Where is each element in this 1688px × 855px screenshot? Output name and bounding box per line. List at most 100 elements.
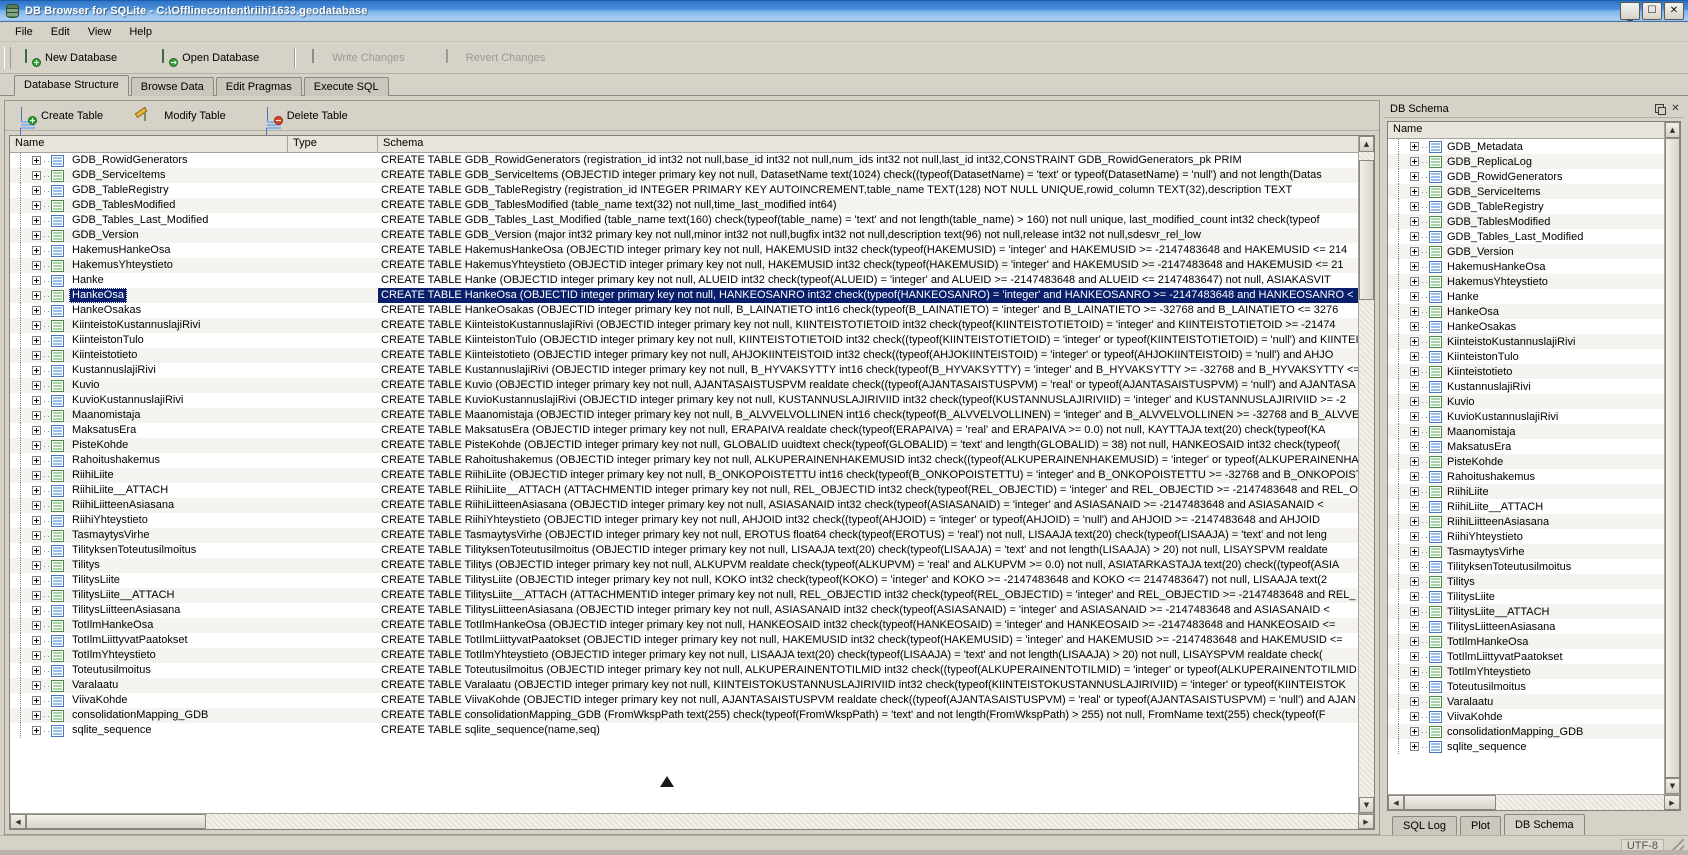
expand-icon[interactable] xyxy=(1410,532,1419,541)
schema-tree-item[interactable]: ·· Maanomistaja xyxy=(1388,424,1680,439)
schema-tree-item[interactable]: ·· TilitysLiite xyxy=(1388,589,1680,604)
expand-icon[interactable] xyxy=(32,621,41,630)
table-row[interactable]: ·· RiihiLiitteenAsiasana CREATE TABLE Riih… xyxy=(10,498,1374,513)
table-row[interactable]: ·· GDB_TableRegistry CREATE TABLE GDB_Tabl… xyxy=(10,183,1374,198)
table-row[interactable]: ·· Rahoitushakemus CREATE TABLE Rahoitusha… xyxy=(10,453,1374,468)
expand-icon[interactable] xyxy=(1410,427,1419,436)
expand-icon[interactable] xyxy=(1410,487,1419,496)
expand-icon[interactable] xyxy=(32,456,41,465)
hscroll-thumb[interactable] xyxy=(26,814,206,829)
menu-edit[interactable]: Edit xyxy=(42,24,79,40)
tab-sql-log[interactable]: SQL Log xyxy=(1392,816,1458,835)
expand-icon[interactable] xyxy=(32,441,41,450)
expand-icon[interactable] xyxy=(32,291,41,300)
expand-icon[interactable] xyxy=(1410,652,1419,661)
table-row[interactable]: ·· sqlite_sequence CREATE TABLE sqlite_seq… xyxy=(10,723,1374,738)
expand-icon[interactable] xyxy=(32,576,41,585)
expand-icon[interactable] xyxy=(32,726,41,735)
schema-tree-item[interactable]: ·· Varalaatu xyxy=(1388,694,1680,709)
expand-icon[interactable] xyxy=(1410,337,1419,346)
expand-icon[interactable] xyxy=(32,201,41,210)
schema-tree-item[interactable]: ·· KustannuslajiRivi xyxy=(1388,379,1680,394)
vertical-scrollbar[interactable]: ▲ ▼ xyxy=(1358,136,1374,813)
tab-execute-sql[interactable]: Execute SQL xyxy=(303,77,389,96)
expand-icon[interactable] xyxy=(32,186,41,195)
schema-tree-item[interactable]: ·· GDB_TableRegistry xyxy=(1388,199,1680,214)
expand-icon[interactable] xyxy=(1410,292,1419,301)
schema-tree-item[interactable]: ·· Kiinteistotieto xyxy=(1388,364,1680,379)
expand-icon[interactable] xyxy=(1410,472,1419,481)
expand-icon[interactable] xyxy=(1410,412,1419,421)
expand-icon[interactable] xyxy=(32,486,41,495)
expand-icon[interactable] xyxy=(32,156,41,165)
expand-icon[interactable] xyxy=(1410,577,1419,586)
expand-icon[interactable] xyxy=(32,561,41,570)
expand-icon[interactable] xyxy=(32,531,41,540)
schema-tree-item[interactable]: ·· Rahoitushakemus xyxy=(1388,469,1680,484)
schema-vertical-scrollbar[interactable]: ▲ ▼ xyxy=(1664,122,1680,794)
new-database-button[interactable]: + New Database xyxy=(15,46,126,70)
table-row[interactable]: ·· Varalaatu CREATE TABLE Varalaatu (OBJEC… xyxy=(10,678,1374,693)
schema-tree-item[interactable]: ·· HakemusHankeOsa xyxy=(1388,259,1680,274)
tab-edit-pragmas[interactable]: Edit Pragmas xyxy=(215,77,302,96)
table-row[interactable]: ·· HankeOsakas CREATE TABLE HankeOsakas (O… xyxy=(10,303,1374,318)
table-row[interactable]: ·· KiinteistonTulo CREATE TABLE Kiinteisto… xyxy=(10,333,1374,348)
expand-icon[interactable] xyxy=(32,426,41,435)
expand-icon[interactable] xyxy=(32,606,41,615)
expand-icon[interactable] xyxy=(1410,262,1419,271)
expand-icon[interactable] xyxy=(32,321,41,330)
table-row[interactable]: ·· TilitysLiite CREATE TABLE TilitysLiite … xyxy=(10,573,1374,588)
schema-tree-item[interactable]: ·· GDB_Version xyxy=(1388,244,1680,259)
table-row[interactable]: ·· GDB_ServiceItems CREATE TABLE GDB_Servi… xyxy=(10,168,1374,183)
expand-icon[interactable] xyxy=(32,276,41,285)
expand-icon[interactable] xyxy=(32,546,41,555)
expand-icon[interactable] xyxy=(32,501,41,510)
open-database-button[interactable]: → Open Database xyxy=(152,46,268,70)
expand-icon[interactable] xyxy=(32,246,41,255)
scroll-right-button[interactable]: ▶ xyxy=(1358,814,1374,829)
table-row[interactable]: ·· KustannuslajiRivi CREATE TABLE Kustannu… xyxy=(10,363,1374,378)
expand-icon[interactable] xyxy=(1410,367,1419,376)
expand-icon[interactable] xyxy=(32,516,41,525)
schema-tree-item[interactable]: ·· GDB_TablesModified xyxy=(1388,214,1680,229)
scroll-down-button[interactable]: ▼ xyxy=(1359,797,1374,813)
table-row[interactable]: ·· MaksatusEra CREATE TABLE MaksatusEra (O… xyxy=(10,423,1374,438)
schema-tree-item[interactable]: ·· TilityksenToteutusilmoitus xyxy=(1388,559,1680,574)
schema-tree-item[interactable]: ·· TilitysLiitteenAsiasana xyxy=(1388,619,1680,634)
table-row[interactable]: ·· Tilitys CREATE TABLE Tilitys (OBJECTID … xyxy=(10,558,1374,573)
table-body[interactable]: ·· GDB_RowidGenerators CREATE TABLE GDB_Ro… xyxy=(10,153,1374,813)
tab-plot[interactable]: Plot xyxy=(1460,816,1501,835)
expand-icon[interactable] xyxy=(1410,742,1419,751)
expand-icon[interactable] xyxy=(1410,682,1419,691)
tab-database-structure[interactable]: Database Structure xyxy=(14,75,129,96)
expand-icon[interactable] xyxy=(32,636,41,645)
schema-tree-item[interactable]: ·· MaksatusEra xyxy=(1388,439,1680,454)
expand-icon[interactable] xyxy=(1410,277,1419,286)
schema-tree-item[interactable]: ·· TilitysLiite__ATTACH xyxy=(1388,604,1680,619)
float-icon[interactable] xyxy=(1655,104,1666,115)
schema-tree-item[interactable]: ·· Kuvio xyxy=(1388,394,1680,409)
scroll-left-button[interactable]: ◀ xyxy=(10,814,26,829)
schema-tree-item[interactable]: ·· GDB_ReplicaLog xyxy=(1388,154,1680,169)
expand-icon[interactable] xyxy=(1410,502,1419,511)
table-row[interactable]: ·· PisteKohde CREATE TABLE PisteKohde (OBJ… xyxy=(10,438,1374,453)
expand-icon[interactable] xyxy=(1410,382,1419,391)
menu-file[interactable]: File xyxy=(6,24,42,40)
table-row[interactable]: ·· Maanomistaja CREATE TABLE Maanomistaja … xyxy=(10,408,1374,423)
expand-icon[interactable] xyxy=(1410,667,1419,676)
schema-tree-item[interactable]: ·· HankeOsakas xyxy=(1388,319,1680,334)
expand-icon[interactable] xyxy=(32,666,41,675)
expand-icon[interactable] xyxy=(32,336,41,345)
table-row[interactable]: ·· Toteutusilmoitus CREATE TABLE Toteutusi… xyxy=(10,663,1374,678)
expand-icon[interactable] xyxy=(1410,607,1419,616)
table-row[interactable]: ·· HakemusYhteystieto CREATE TABLE Hakemus… xyxy=(10,258,1374,273)
menu-help[interactable]: Help xyxy=(120,24,161,40)
table-row[interactable]: ·· TilitysLiitteenAsiasana CREATE TABLE Ti… xyxy=(10,603,1374,618)
expand-icon[interactable] xyxy=(32,171,41,180)
schema-tree-item[interactable]: ·· GDB_RowidGenerators xyxy=(1388,169,1680,184)
expand-icon[interactable] xyxy=(32,696,41,705)
schema-tree-item[interactable]: ·· KiinteistonTulo xyxy=(1388,349,1680,364)
column-header-type[interactable]: Type xyxy=(288,136,378,152)
create-table-button[interactable]: + Create Table xyxy=(11,104,112,142)
expand-icon[interactable] xyxy=(1410,232,1419,241)
